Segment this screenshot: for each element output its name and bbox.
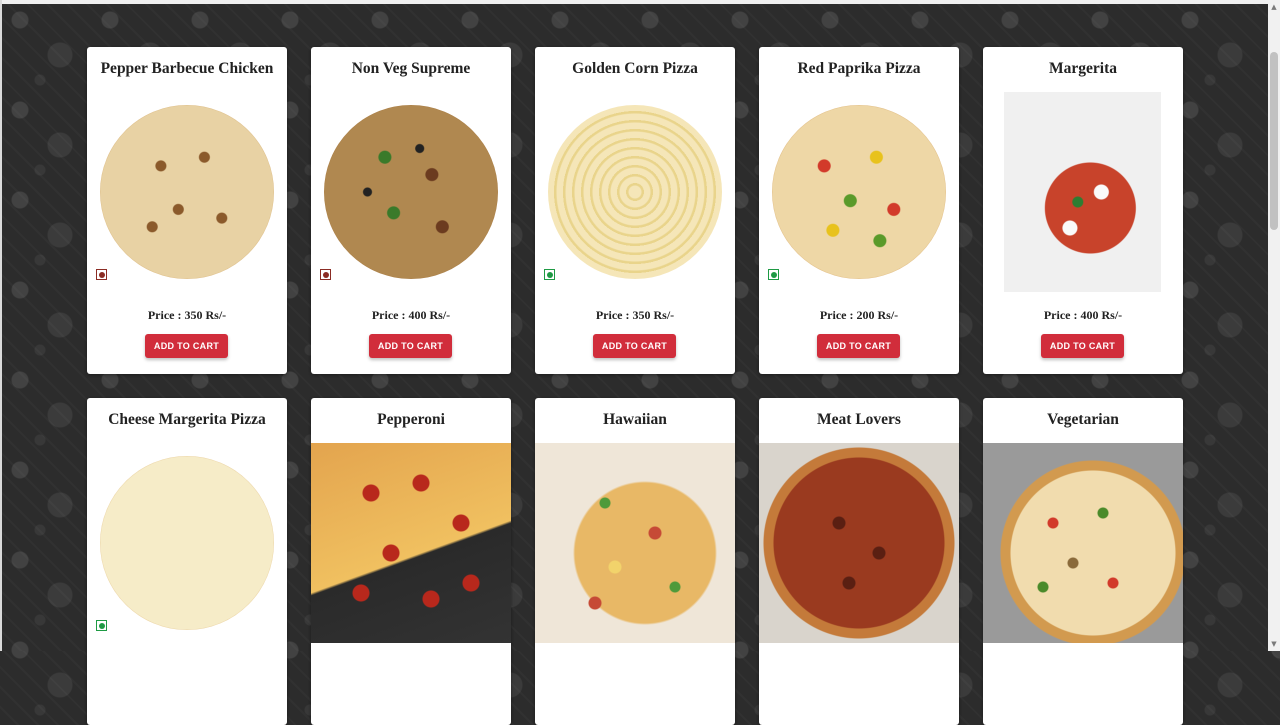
product-price: Price : 400 Rs/- [1043, 308, 1123, 322]
product-title: Golden Corn Pizza [572, 60, 698, 77]
product-price: Price : 350 Rs/- [595, 308, 675, 322]
product-image[interactable] [1004, 92, 1161, 292]
product-image[interactable] [772, 105, 946, 279]
scroll-down-arrow-icon[interactable]: ▼ [1268, 637, 1280, 651]
product-card: Cheese Margerita Pizza [87, 398, 287, 725]
scroll-up-arrow-icon[interactable]: ▲ [1268, 0, 1280, 14]
add-to-cart-button[interactable]: ADD TO CART [145, 334, 228, 358]
add-to-cart-button[interactable]: ADD TO CART [593, 334, 676, 358]
product-price: Price : 400 Rs/- [371, 308, 451, 322]
product-image[interactable] [311, 443, 511, 643]
product-title: Pepperoni [377, 411, 445, 428]
veg-indicator-icon [544, 269, 555, 280]
nonveg-indicator-icon [96, 269, 107, 280]
product-title: Vegetarian [1047, 411, 1119, 428]
product-grid: Pepper Barbecue Chicken Price : 350 Rs/-… [87, 47, 1183, 725]
product-image[interactable] [548, 105, 722, 279]
product-title: Margerita [1049, 60, 1117, 77]
product-image[interactable] [535, 443, 735, 643]
window-left-edge [0, 0, 2, 651]
add-to-cart-button[interactable]: ADD TO CART [369, 334, 452, 358]
product-image[interactable] [100, 456, 274, 630]
product-card: Hawaiian [535, 398, 735, 725]
product-title: Cheese Margerita Pizza [108, 411, 266, 428]
product-title: Hawaiian [603, 411, 667, 428]
product-card: Pepper Barbecue Chicken Price : 350 Rs/-… [87, 47, 287, 374]
product-title: Red Paprika Pizza [797, 60, 921, 77]
product-card: Meat Lovers [759, 398, 959, 725]
nonveg-indicator-icon [320, 269, 331, 280]
product-image[interactable] [759, 443, 959, 643]
product-price: Price : 200 Rs/- [819, 308, 899, 322]
product-title: Pepper Barbecue Chicken [100, 60, 274, 77]
product-card: Red Paprika Pizza Price : 200 Rs/- ADD T… [759, 47, 959, 374]
product-card: Pepperoni [311, 398, 511, 725]
product-card: Golden Corn Pizza Price : 350 Rs/- ADD T… [535, 47, 735, 374]
product-image[interactable] [983, 443, 1183, 643]
product-price: Price : 350 Rs/- [147, 308, 227, 322]
scrollbar-thumb[interactable] [1270, 52, 1278, 230]
product-image[interactable] [100, 105, 274, 279]
product-card: Margerita Price : 400 Rs/- ADD TO CART [983, 47, 1183, 374]
vertical-scrollbar[interactable]: ▲ ▼ [1268, 0, 1280, 651]
add-to-cart-button[interactable]: ADD TO CART [1041, 334, 1124, 358]
product-title: Meat Lovers [817, 411, 901, 428]
veg-indicator-icon [96, 620, 107, 631]
window-top-edge [0, 0, 1268, 4]
veg-indicator-icon [768, 269, 779, 280]
product-card: Non Veg Supreme Price : 400 Rs/- ADD TO … [311, 47, 511, 374]
product-title: Non Veg Supreme [351, 60, 471, 77]
add-to-cart-button[interactable]: ADD TO CART [817, 334, 900, 358]
product-card: Vegetarian [983, 398, 1183, 725]
product-image[interactable] [324, 105, 498, 279]
